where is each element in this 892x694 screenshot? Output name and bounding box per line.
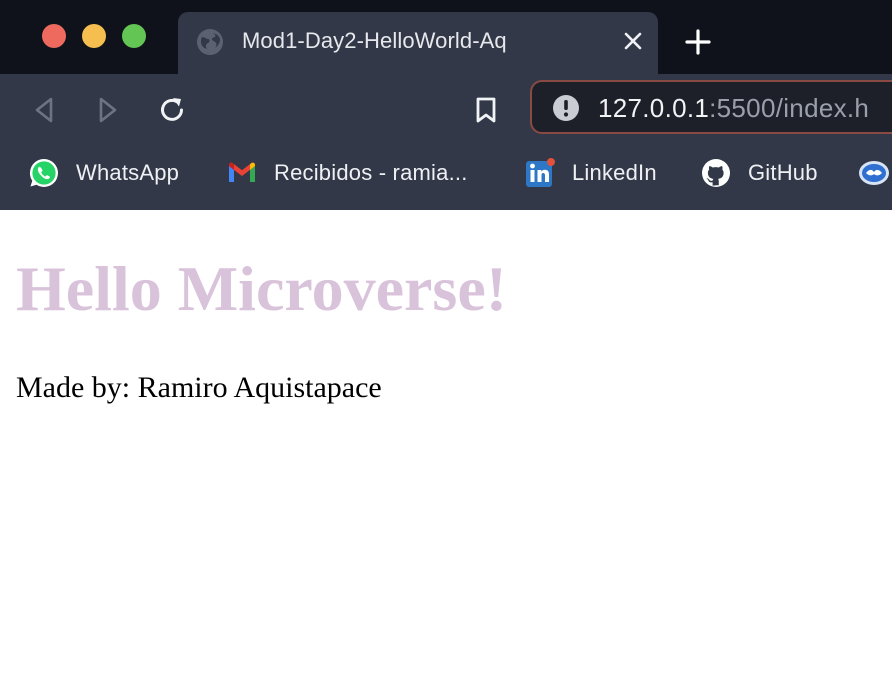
bookmark-linkedin[interactable]: LinkedIn bbox=[524, 156, 657, 190]
reload-button[interactable] bbox=[154, 92, 190, 128]
bookmark-bank[interactable] bbox=[858, 156, 892, 190]
forward-button[interactable] bbox=[90, 92, 126, 128]
bookmark-whatsapp[interactable]: WhatsApp bbox=[28, 156, 179, 190]
address-bar[interactable]: 127.0.0.1:5500/index.h bbox=[530, 80, 892, 134]
bookmark-label: LinkedIn bbox=[572, 160, 657, 185]
bank-icon bbox=[859, 161, 889, 185]
bookmark-icon bbox=[476, 97, 496, 123]
close-icon[interactable] bbox=[622, 30, 644, 52]
gmail-icon bbox=[229, 162, 255, 182]
browser-toolbar: 127.0.0.1:5500/index.h bbox=[0, 74, 892, 144]
reload-icon bbox=[161, 98, 183, 121]
bookmark-github[interactable]: GitHub bbox=[700, 156, 818, 190]
whatsapp-icon bbox=[29, 158, 58, 187]
back-arrow-icon bbox=[35, 97, 53, 123]
browser-tab-strip: Mod1-Day2-HelloWorld-Aq bbox=[0, 0, 892, 74]
bookmark-label: GitHub bbox=[748, 160, 818, 185]
tab-active[interactable]: Mod1-Day2-HelloWorld-Aq bbox=[178, 12, 658, 74]
back-button[interactable] bbox=[26, 92, 62, 128]
globe-icon bbox=[197, 29, 223, 55]
address-text[interactable]: 127.0.0.1:5500/index.h bbox=[598, 93, 869, 124]
page-heading: Hello Microverse! bbox=[16, 253, 508, 324]
tab-title: Mod1-Day2-HelloWorld-Aq bbox=[242, 28, 507, 53]
new-tab-plus-icon[interactable] bbox=[684, 28, 712, 56]
bookmark-gmail[interactable]: Recibidos - ramia... bbox=[226, 156, 468, 190]
address-path: :5500/index.h bbox=[709, 93, 870, 123]
bookmark-page-button[interactable] bbox=[468, 92, 504, 128]
bookmark-label: WhatsApp bbox=[76, 160, 180, 185]
window-maximize-button[interactable] bbox=[122, 24, 146, 48]
linkedin-icon bbox=[526, 158, 555, 187]
page-content: Hello Microverse! Made by: Ramiro Aquist… bbox=[0, 210, 892, 694]
github-icon bbox=[702, 159, 730, 187]
author-credit: Made by: Ramiro Aquistapace bbox=[16, 371, 382, 404]
bookmark-label: Recibidos - ramia... bbox=[274, 160, 468, 185]
site-info-icon[interactable] bbox=[552, 94, 580, 122]
address-host: 127.0.0.1 bbox=[598, 93, 710, 123]
window-minimize-button[interactable] bbox=[82, 24, 106, 48]
window-close-button[interactable] bbox=[42, 24, 66, 48]
bookmarks-bar: WhatsApp Recibidos - ramia... LinkedIn G… bbox=[0, 144, 892, 210]
forward-arrow-icon bbox=[99, 97, 117, 123]
